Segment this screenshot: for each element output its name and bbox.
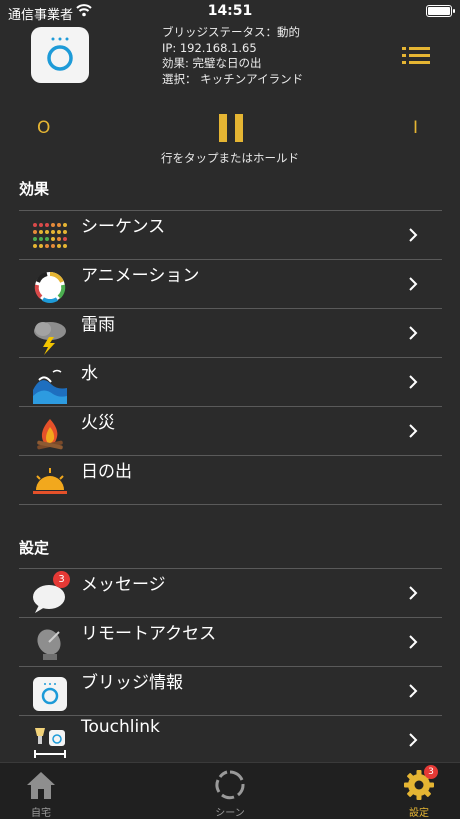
effect-row-water[interactable]: 水 [19,358,442,407]
animation-ring-icon [34,272,66,303]
effect-label: アニメーション [81,266,200,286]
chevron-right-icon [409,684,418,698]
effects-section-title: 効果 [19,180,50,198]
pause-button[interactable] [219,114,243,142]
effects-list: シーケンス アニメーション 雷雨 水 火災 日の出 [19,210,442,505]
settings-row-messages[interactable]: 3 メッセージ [19,569,442,618]
thunderstorm-icon [34,322,66,355]
touchlink-icon [34,728,66,758]
tab-settings[interactable]: 3 設定 [379,763,459,819]
effect-row-fire[interactable]: 火災 [19,407,442,456]
effect-row-sunrise[interactable]: 日の出 [19,456,442,505]
effect-label: シーケンス [81,217,166,237]
tab-bar: 自宅 シーン 3 設定 [0,762,460,819]
bridge-ip-text: IP: 192.168.1.65 [162,40,257,55]
status-bar: 通信事業者 14:51 [0,0,460,24]
bridge-status-text: ブリッジステータス：動的 [162,25,300,39]
message-badge: 3 [53,571,70,588]
bridge-selection-text: 選択： キッチンアイランド [162,71,304,86]
effect-row-thunderstorm[interactable]: 雷雨 [19,309,442,358]
chevron-right-icon [409,733,418,747]
settings-section-title: 設定 [19,539,50,557]
settings-row-remote-access[interactable]: リモートアクセス [19,618,442,667]
settings-label: ブリッジ情報 [81,673,183,693]
sequence-dots-icon [33,223,67,248]
effect-label: 雷雨 [81,315,115,335]
tap-hold-hint: 行をタップまたはホールド [161,151,299,165]
home-icon [27,772,55,799]
settings-row-bridge-info[interactable]: ブリッジ情報 [19,667,442,716]
effect-label: 水 [81,364,98,384]
settings-label: Touchlink [81,717,160,737]
settings-tab-badge: 3 [424,765,438,779]
tab-label: シーン [215,808,245,819]
all-on-button[interactable]: I [413,118,418,138]
chevron-right-icon [409,424,418,438]
list-menu-icon[interactable] [402,45,430,65]
clock: 14:51 [207,3,253,19]
bridge-status-info: ブリッジステータス：動的 IP: 192.168.1.65 効果: 完璧な日の出… [162,25,303,87]
settings-label: リモートアクセス [81,624,217,644]
settings-list: 3 メッセージ リモートアクセス ブリッジ情報 Touchlink [19,568,442,765]
chevron-right-icon [409,375,418,389]
chevron-right-icon [409,228,418,242]
satellite-dish-icon [37,629,61,660]
effect-row-animation[interactable]: アニメーション [19,260,442,309]
effect-row-sequence[interactable]: シーケンス [19,211,442,260]
battery-icon [426,5,455,17]
campfire-icon [37,419,63,450]
tab-label: 自宅 [31,808,51,819]
bridge-icon [33,677,67,711]
scene-ring-icon [215,770,245,800]
tab-label: 設定 [409,808,429,819]
chevron-right-icon [409,277,418,291]
chevron-right-icon [409,635,418,649]
tab-scenes[interactable]: シーン [190,763,270,819]
effect-label: 日の出 [81,462,132,482]
tab-home[interactable]: 自宅 [1,763,81,819]
chevron-right-icon [409,326,418,340]
chevron-right-icon [409,586,418,600]
bridge-effect-text: 効果: 完璧な日の出 [162,56,262,70]
bridge-icon[interactable] [31,27,89,83]
effect-label: 火災 [81,413,115,433]
settings-label: メッセージ [81,575,166,595]
all-off-button[interactable]: O [37,118,50,138]
sunrise-icon [33,468,67,494]
water-wave-icon [33,369,67,404]
settings-row-touchlink[interactable]: Touchlink [19,716,442,765]
